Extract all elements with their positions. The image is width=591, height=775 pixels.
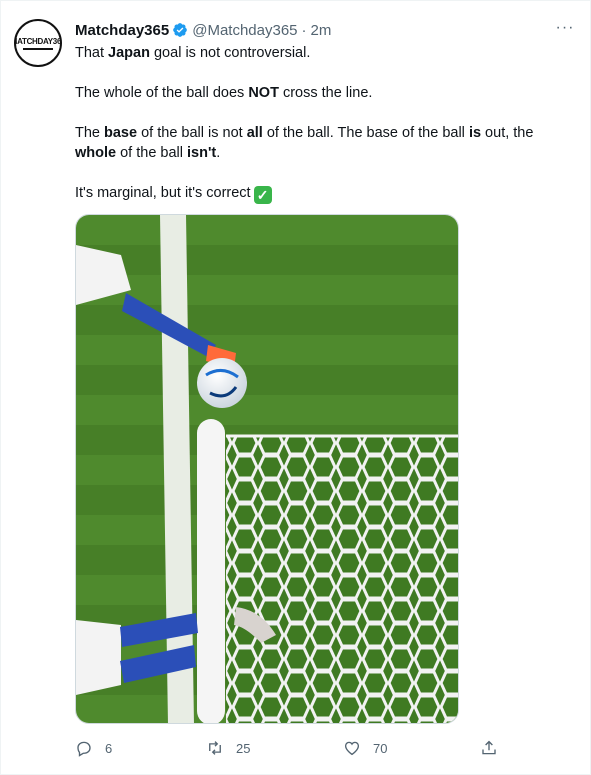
tweet-paragraph: The base of the ball is not all of the b… — [75, 123, 575, 163]
verified-badge-icon — [172, 22, 188, 38]
text-run: The whole of the ball does — [75, 85, 249, 101]
text-run: . — [216, 145, 221, 161]
text-run: That — [75, 45, 109, 61]
like-button[interactable]: 70 — [343, 737, 387, 759]
bold-text-run: whole — [75, 145, 117, 161]
reply-button[interactable]: 6 — [75, 737, 112, 759]
text-run: goal is not controversial. — [149, 45, 311, 61]
tweet-header: Matchday365 @Matchday365 · 2m ··· — [75, 19, 576, 41]
bold-text-run: is — [468, 125, 482, 141]
tweet-paragraph: It's marginal, but it's correct ✓ — [75, 183, 575, 204]
avatar-logo-bar — [23, 47, 53, 50]
bold-text-run: Japan — [108, 45, 150, 61]
retweet-icon — [209, 741, 221, 755]
author-handle[interactable]: @Matchday365 — [192, 22, 297, 39]
reply-icon — [77, 741, 91, 757]
separator-dot: · — [301, 21, 307, 39]
text-run: of the ball — [116, 145, 188, 161]
like-count: 70 — [373, 740, 388, 756]
bold-text-run: base — [104, 125, 138, 141]
avatar-logo-text: MATCHDAY365 — [16, 36, 62, 46]
bold-text-run: isn't — [187, 145, 217, 161]
tweet-media-image[interactable] — [75, 214, 459, 724]
check-mark-emoji-icon: ✓ — [253, 186, 272, 204]
timestamp[interactable]: 2m — [311, 22, 332, 39]
author-name[interactable]: Matchday365 — [75, 22, 169, 39]
heart-icon — [344, 741, 360, 756]
text-run: of the ball is not — [137, 125, 247, 141]
more-options-icon[interactable]: ··· — [554, 19, 576, 41]
reply-count: 6 — [105, 740, 113, 756]
text-run: The — [75, 125, 105, 141]
bold-text-run: NOT — [248, 85, 279, 101]
text-run: out, the — [481, 125, 534, 141]
retweet-count: 25 — [236, 740, 251, 756]
avatar[interactable]: MATCHDAY365 — [14, 19, 62, 67]
tweet-paragraph: The whole of the ball does NOT cross the… — [75, 83, 575, 103]
tweet-actions: 6 25 70 — [75, 737, 505, 759]
text-run: of the ball. The base of the ball — [262, 125, 469, 141]
text-run: It's marginal, but it's correct — [75, 185, 251, 201]
tweet-text: That Japan goal is not controversial. Th… — [75, 43, 575, 224]
text-run: cross the line. — [278, 85, 373, 101]
tweet-card: MATCHDAY365 Matchday365 @Matchday365 · 2… — [0, 0, 591, 775]
retweet-button[interactable]: 25 — [206, 737, 250, 759]
tweet-paragraph: That Japan goal is not controversial. — [75, 43, 575, 63]
share-icon — [482, 740, 496, 755]
share-button[interactable] — [480, 737, 510, 759]
football-photo-illustration — [76, 215, 458, 723]
bold-text-run: all — [246, 125, 263, 141]
